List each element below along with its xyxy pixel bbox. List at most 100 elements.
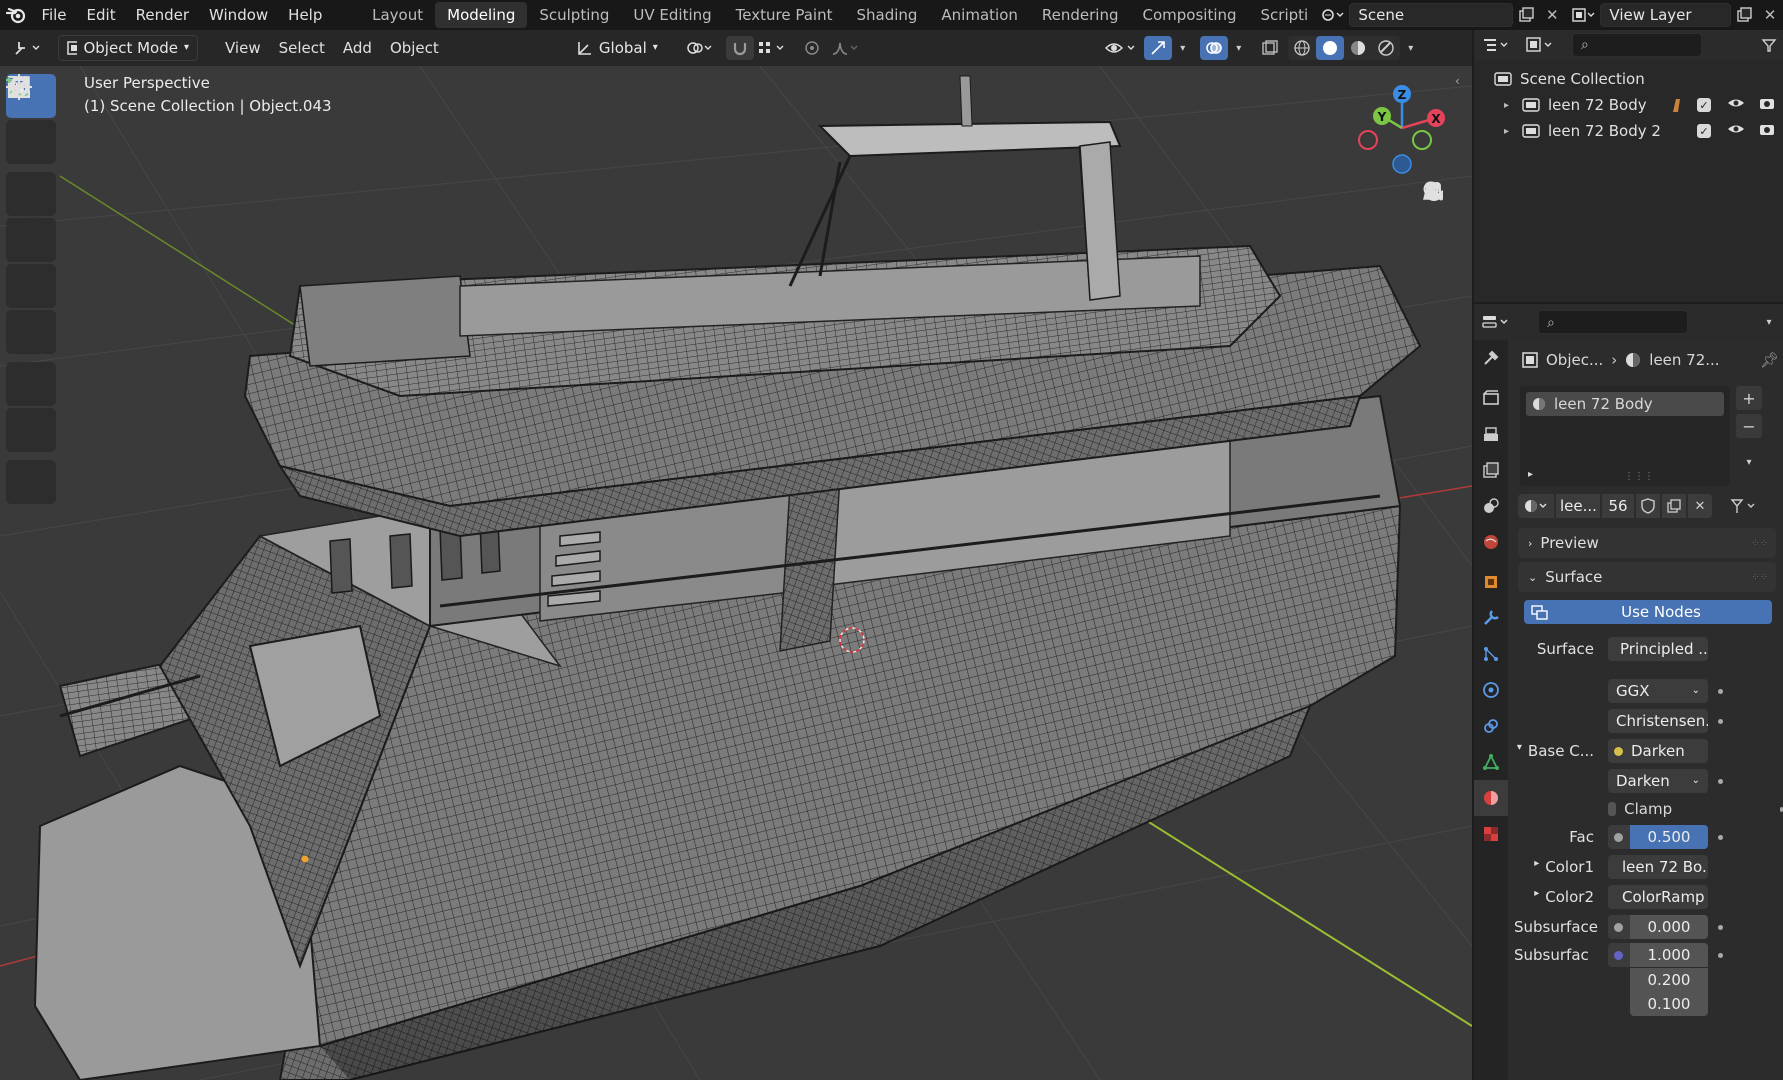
subsurface-radius-y[interactable]: 0.200 [1630,968,1708,992]
solid-shading-icon[interactable] [1315,36,1344,60]
properties-editor-type-icon[interactable] [1474,310,1518,334]
filter-icon[interactable] [1755,33,1783,57]
outliner-search-input[interactable]: ⌕ [1572,33,1702,57]
add-cube-tool[interactable] [6,77,56,504]
tab-sculpting[interactable]: Sculpting [527,2,621,28]
keyframe-dot-icon[interactable] [1718,778,1723,784]
distribution-dropdown[interactable]: GGX ⌄ [1608,679,1708,703]
menu-select[interactable]: Select [270,35,334,61]
view-layer-tab-icon[interactable] [1474,452,1508,488]
blend-mode-dropdown[interactable]: Darken ⌄ [1608,769,1708,793]
annotate-tool[interactable] [6,80,56,406]
color2-field[interactable]: ColorRamp [1608,885,1708,909]
outliner-editor-type-icon[interactable] [1474,33,1518,57]
sidebar-toggle-icon[interactable]: ‹ [1455,74,1460,88]
tab-uv-editing[interactable]: UV Editing [621,2,723,28]
menu-render[interactable]: Render [126,0,199,30]
exclude-checkbox[interactable]: ✓ [1697,124,1711,138]
slot-menu-icon[interactable]: ▾ [1736,450,1762,474]
scene-tab-icon[interactable] [1474,488,1508,524]
shading-dropdown-icon[interactable]: ▾ [1400,36,1422,60]
fac-socket-field[interactable] [1608,825,1630,849]
tab-modeling[interactable]: Modeling [435,2,528,28]
measure-tool[interactable] [6,76,56,452]
subsurface-radius-z[interactable]: 0.100 [1630,992,1708,1016]
tab-shading[interactable]: Shading [844,2,929,28]
pin-icon[interactable]: 📌︎ [1760,351,1779,369]
subsurface-socket-field[interactable] [1608,915,1630,939]
object-mode-dropdown[interactable]: Object Mode ▾ [58,35,198,61]
menu-add[interactable]: Add [334,35,381,61]
eye-icon[interactable] [1727,122,1745,140]
subsurface-method-dropdown[interactable]: Christensen... ⌄ [1608,709,1708,733]
overlays-toggle-icon[interactable] [1199,36,1228,60]
resize-handle-icon[interactable]: ⋮⋮⋮ [1624,471,1654,482]
falloff-icon[interactable] [826,36,866,60]
color1-field[interactable]: leen 72 Bo... [1608,855,1708,879]
eye-icon[interactable] [1727,96,1745,114]
material-browse-icon[interactable] [1518,494,1554,518]
view-layer-field[interactable]: View Layer [1600,3,1732,27]
properties-options-icon[interactable]: ▾ [1755,310,1783,334]
user-count-field[interactable]: 56 [1602,494,1634,518]
transform-tool[interactable] [6,74,56,354]
output-tab-icon[interactable] [1474,416,1508,452]
material-shading-icon[interactable] [1344,36,1372,60]
base-color-field[interactable]: Darken [1608,739,1708,763]
object-tab-icon[interactable] [1474,564,1508,600]
camera-render-icon[interactable] [1759,122,1775,140]
remove-slot-icon[interactable]: − [1736,414,1762,438]
clamp-checkbox[interactable] [1608,802,1617,816]
data-tab-icon[interactable] [1474,744,1508,780]
outliner-item-body[interactable]: ▸ leen 72 Body ✓ [1474,92,1783,118]
boat-wireframe-model[interactable] [0,66,1472,1080]
visibility-icon[interactable] [1098,36,1144,60]
physics-tab-icon[interactable] [1474,672,1508,708]
properties-search-input[interactable]: ⌕ [1538,310,1688,334]
tab-layout[interactable]: Layout [360,2,435,28]
rotate-tool[interactable] [6,76,56,262]
menu-view[interactable]: View [216,35,270,61]
gizmo-dropdown-icon[interactable]: ▾ [1172,36,1194,60]
overlays-dropdown-icon[interactable]: ▾ [1228,36,1250,60]
xray-toggle-icon[interactable] [1256,36,1284,60]
tab-rendering[interactable]: Rendering [1030,2,1131,28]
particles-tab-icon[interactable] [1474,636,1508,672]
menu-window[interactable]: Window [199,0,278,30]
keyframe-dot-icon[interactable] [1718,834,1723,840]
subsurface-radius-socket-field[interactable] [1608,943,1630,967]
duplicate-material-icon[interactable] [1662,494,1686,518]
view-layer-remove-icon[interactable]: ✕ [1757,3,1783,27]
exclude-checkbox[interactable]: ✓ [1697,98,1711,112]
tab-texture-paint[interactable]: Texture Paint [724,2,845,28]
scene-remove-icon[interactable]: ✕ [1539,3,1565,27]
expand-arrow-icon[interactable]: ▸ [1528,469,1533,480]
texture-tab-icon[interactable] [1474,816,1508,852]
drag-handle-icon[interactable]: ⁘⁘ [1751,538,1768,549]
subsurface-radius-x[interactable]: 1.000 [1630,943,1708,967]
material-tab-icon[interactable] [1474,780,1508,816]
menu-object[interactable]: Object [381,35,448,61]
expand-arrow-icon[interactable]: ▸ [1504,126,1514,137]
unlink-material-icon[interactable]: ✕ [1688,494,1712,518]
menu-file[interactable]: File [31,0,76,30]
link-type-icon[interactable] [1726,494,1762,518]
camera-view-icon[interactable] [1422,182,1460,294]
3d-viewport[interactable]: User Perspective (1) Scene Collection | … [0,66,1472,1080]
display-mode-icon[interactable] [1518,33,1562,57]
scene-new-icon[interactable] [1513,3,1539,27]
fac-slider[interactable]: 0.500 [1630,825,1708,849]
outliner-item-body-2[interactable]: ▸ leen 72 Body 2 ✓ [1474,118,1783,144]
tab-scripting[interactable]: Scripti [1249,2,1315,28]
transform-orientation-dropdown[interactable]: Global ▾ [568,35,666,61]
menu-edit[interactable]: Edit [77,0,126,30]
snap-target-icon[interactable] [754,36,790,60]
keyframe-dot-icon[interactable] [1718,952,1723,958]
surface-panel-header[interactable]: ⌄ Surface ⁘⁘ [1518,562,1776,592]
pivot-point-icon[interactable] [678,36,722,60]
snap-toggle-icon[interactable] [725,36,754,60]
use-nodes-button[interactable]: Use Nodes [1524,600,1772,624]
camera-render-icon[interactable] [1759,96,1775,114]
pan-hand-icon[interactable] [1422,182,1460,256]
subsurface-slider[interactable]: 0.000 [1630,915,1708,939]
